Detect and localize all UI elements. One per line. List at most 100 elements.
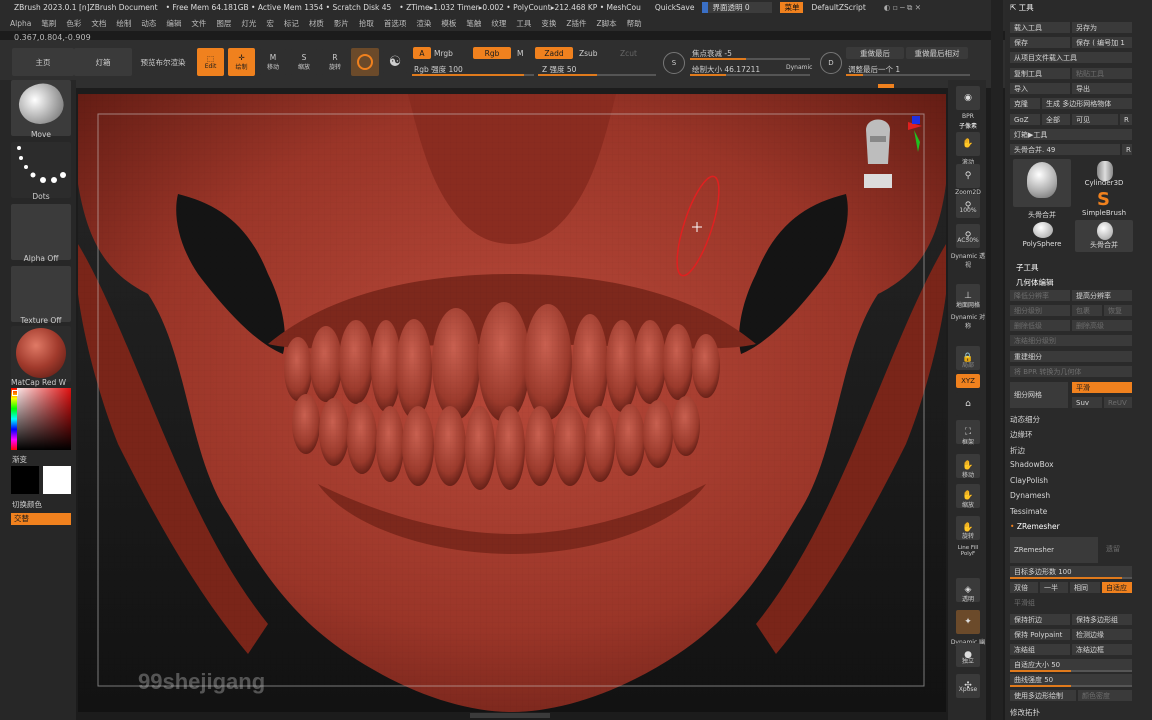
zsub-button[interactable]: Zsub (579, 49, 598, 58)
a-button[interactable]: A (413, 47, 431, 59)
save-increment-button[interactable]: 保存 ( 编号加 1 (1072, 37, 1132, 48)
geometry-header[interactable]: 几何体编辑 (1016, 277, 1054, 288)
dynamesh-header[interactable]: Dynamesh (1010, 491, 1050, 502)
menu-draw[interactable]: 绘制 (116, 18, 131, 29)
scroll-button[interactable]: ✋ (956, 132, 980, 156)
current-tool-slider[interactable]: 头骨合并. 49 (1010, 144, 1120, 155)
clone-button[interactable]: 克隆 (1010, 98, 1040, 109)
bpr-preview-button[interactable]: 预览布尔渲染 (134, 48, 192, 76)
menu-zscript[interactable]: Z脚本 (596, 18, 616, 29)
legacy-button[interactable]: 遗留 (1102, 543, 1132, 554)
mrgb-button[interactable]: Mrgb (434, 49, 453, 58)
curves-strength-slider[interactable]: 曲线强度 50 (1010, 674, 1132, 685)
edit-button[interactable]: ⬚ Edit (197, 48, 224, 76)
menu-brush[interactable]: 笔刷 (41, 18, 56, 29)
tool-thumb-simplebrush[interactable]: S (1075, 189, 1133, 211)
menu-preferences[interactable]: 首选项 (384, 18, 407, 29)
tessimate-header[interactable]: Tessimate (1010, 507, 1047, 518)
ghost-button[interactable]: ✦ (956, 610, 980, 634)
same-button[interactable]: 相同 (1070, 582, 1100, 593)
crease-header[interactable]: 折边 (1010, 445, 1025, 456)
paste-tool-button[interactable]: 粘贴工具 (1072, 68, 1132, 79)
switch-color-button[interactable]: 切换颜色 (12, 499, 42, 510)
double-button[interactable]: 双倍 (1010, 582, 1038, 593)
keep-creases-button[interactable]: 保持折边 (1010, 614, 1070, 625)
gyro-button[interactable]: ☯ (383, 50, 407, 74)
menu-texture[interactable]: 纹理 (491, 18, 506, 29)
keep-polypaint-button[interactable]: 保持 Polypaint (1010, 629, 1070, 640)
material-sphere-button[interactable] (351, 48, 379, 76)
zremesher-header[interactable]: • ZRemesher (1010, 522, 1060, 533)
del-higher-button[interactable]: 删除高级 (1072, 320, 1132, 331)
adjust-last-slider[interactable] (846, 74, 970, 76)
replay-last-button[interactable]: 重做最后 (846, 47, 904, 59)
home-button[interactable]: 主页 (12, 48, 74, 76)
lightbox-tools-button[interactable]: 灯箱▶工具 (1010, 129, 1132, 140)
s-toggle[interactable]: S (663, 52, 685, 74)
menu-movie[interactable]: 影片 (334, 18, 349, 29)
frame-button[interactable]: ⌂ (956, 392, 980, 416)
zoom2d-button[interactable]: ⚲ (956, 164, 980, 188)
goz-visible-button[interactable]: 可见 (1072, 114, 1118, 125)
rgb-button[interactable]: Rgb (473, 47, 511, 59)
quicksave-button[interactable]: QuickSave (655, 3, 695, 12)
material-selector[interactable] (11, 326, 71, 382)
copy-tool-button[interactable]: 复制工具 (1010, 68, 1070, 79)
perspective-label[interactable]: Dynamic 透视 (950, 251, 986, 269)
modify-topology-header[interactable]: 修改拓扑 (1010, 707, 1040, 718)
load-from-project-button[interactable]: 从项目文件载入工具 (1010, 52, 1132, 63)
z-intensity-slider[interactable] (538, 74, 656, 76)
menu-stroke[interactable]: 笔触 (466, 18, 481, 29)
menu-dynamics[interactable]: 动态 (141, 18, 156, 29)
make-polymesh-button[interactable]: 生成 多边形网格物体 (1042, 98, 1132, 109)
save-as-button[interactable]: 另存为 (1072, 22, 1132, 33)
zremesher-button[interactable]: ZRemesher (1010, 537, 1098, 563)
move-button[interactable]: M 移动 (260, 48, 286, 76)
subdiv-level-slider[interactable]: 细分级别 (1010, 305, 1070, 316)
subtool-header[interactable]: 子工具 (1016, 262, 1039, 273)
draw-button[interactable]: ✛ 绘制 (228, 48, 255, 76)
menu-edit[interactable]: 编辑 (166, 18, 181, 29)
menu-macro[interactable]: 宏 (266, 18, 274, 29)
menu-help[interactable]: 帮助 (627, 18, 642, 29)
import-button[interactable]: 导入 (1010, 83, 1070, 94)
freeze-groups-button[interactable]: 冻结组 (1010, 644, 1070, 655)
default-zscript[interactable]: DefaultZScript (811, 3, 865, 12)
zcut-button[interactable]: Zcut (620, 49, 637, 58)
ac50-button[interactable]: ⚲ (956, 224, 980, 248)
use-polypaint-button[interactable]: 使用多边形绘制 (1010, 690, 1076, 701)
export-button[interactable]: 导出 (1072, 83, 1132, 94)
polyf-label[interactable]: Line Fill PolyF (950, 545, 986, 557)
menu-marker[interactable]: 标记 (284, 18, 299, 29)
transparency-slider[interactable]: 界面透明 0 (702, 2, 773, 13)
edge-loop-header[interactable]: 边缘环 (1010, 429, 1033, 440)
replay-last-rel-button[interactable]: 重做最后相对 (906, 47, 968, 59)
del-lower-button[interactable]: 删除低级 (1010, 320, 1070, 331)
alternate-button[interactable]: 交替 (11, 513, 71, 525)
m-button[interactable]: M (517, 49, 523, 58)
color-picker[interactable] (11, 388, 71, 450)
half-button[interactable]: 一半 (1040, 582, 1068, 593)
rgb-intensity-slider[interactable] (412, 74, 534, 76)
smooth-toggle[interactable]: 平滑 (1072, 382, 1132, 393)
menu-button[interactable]: 菜单 (780, 2, 804, 13)
convert-bpr-button[interactable]: 将 BPR 转换为几何体 (1010, 366, 1132, 377)
tool-thumb-skull[interactable] (1013, 159, 1071, 207)
xyz-button[interactable]: XYZ (956, 374, 980, 388)
focal-shift-slider[interactable] (690, 58, 810, 60)
menu-picker[interactable]: 拾取 (359, 18, 374, 29)
menu-layer[interactable]: 图层 (216, 18, 231, 29)
stroke-selector[interactable] (11, 142, 71, 198)
freeze-border-button[interactable]: 冻结边框 (1072, 644, 1132, 655)
texture-selector[interactable] (11, 266, 71, 322)
target-poly-slider[interactable]: 目标多边形数 100 (1010, 566, 1132, 577)
draw-size-slider[interactable] (690, 74, 810, 76)
scale-button[interactable]: S 缩放 (291, 48, 317, 76)
bottom-tray-handle[interactable] (470, 713, 550, 718)
menu-zplugin[interactable]: Z插件 (566, 18, 586, 29)
menu-color[interactable]: 色彩 (66, 18, 81, 29)
adaptive-button[interactable]: 自适应 (1102, 582, 1132, 593)
bpr-button[interactable]: ◉ (956, 86, 980, 110)
reuv-toggle[interactable]: ReUV (1104, 397, 1132, 408)
window-controls[interactable]: ◐ ▫ ─ ⧉ ✕ (884, 3, 921, 13)
